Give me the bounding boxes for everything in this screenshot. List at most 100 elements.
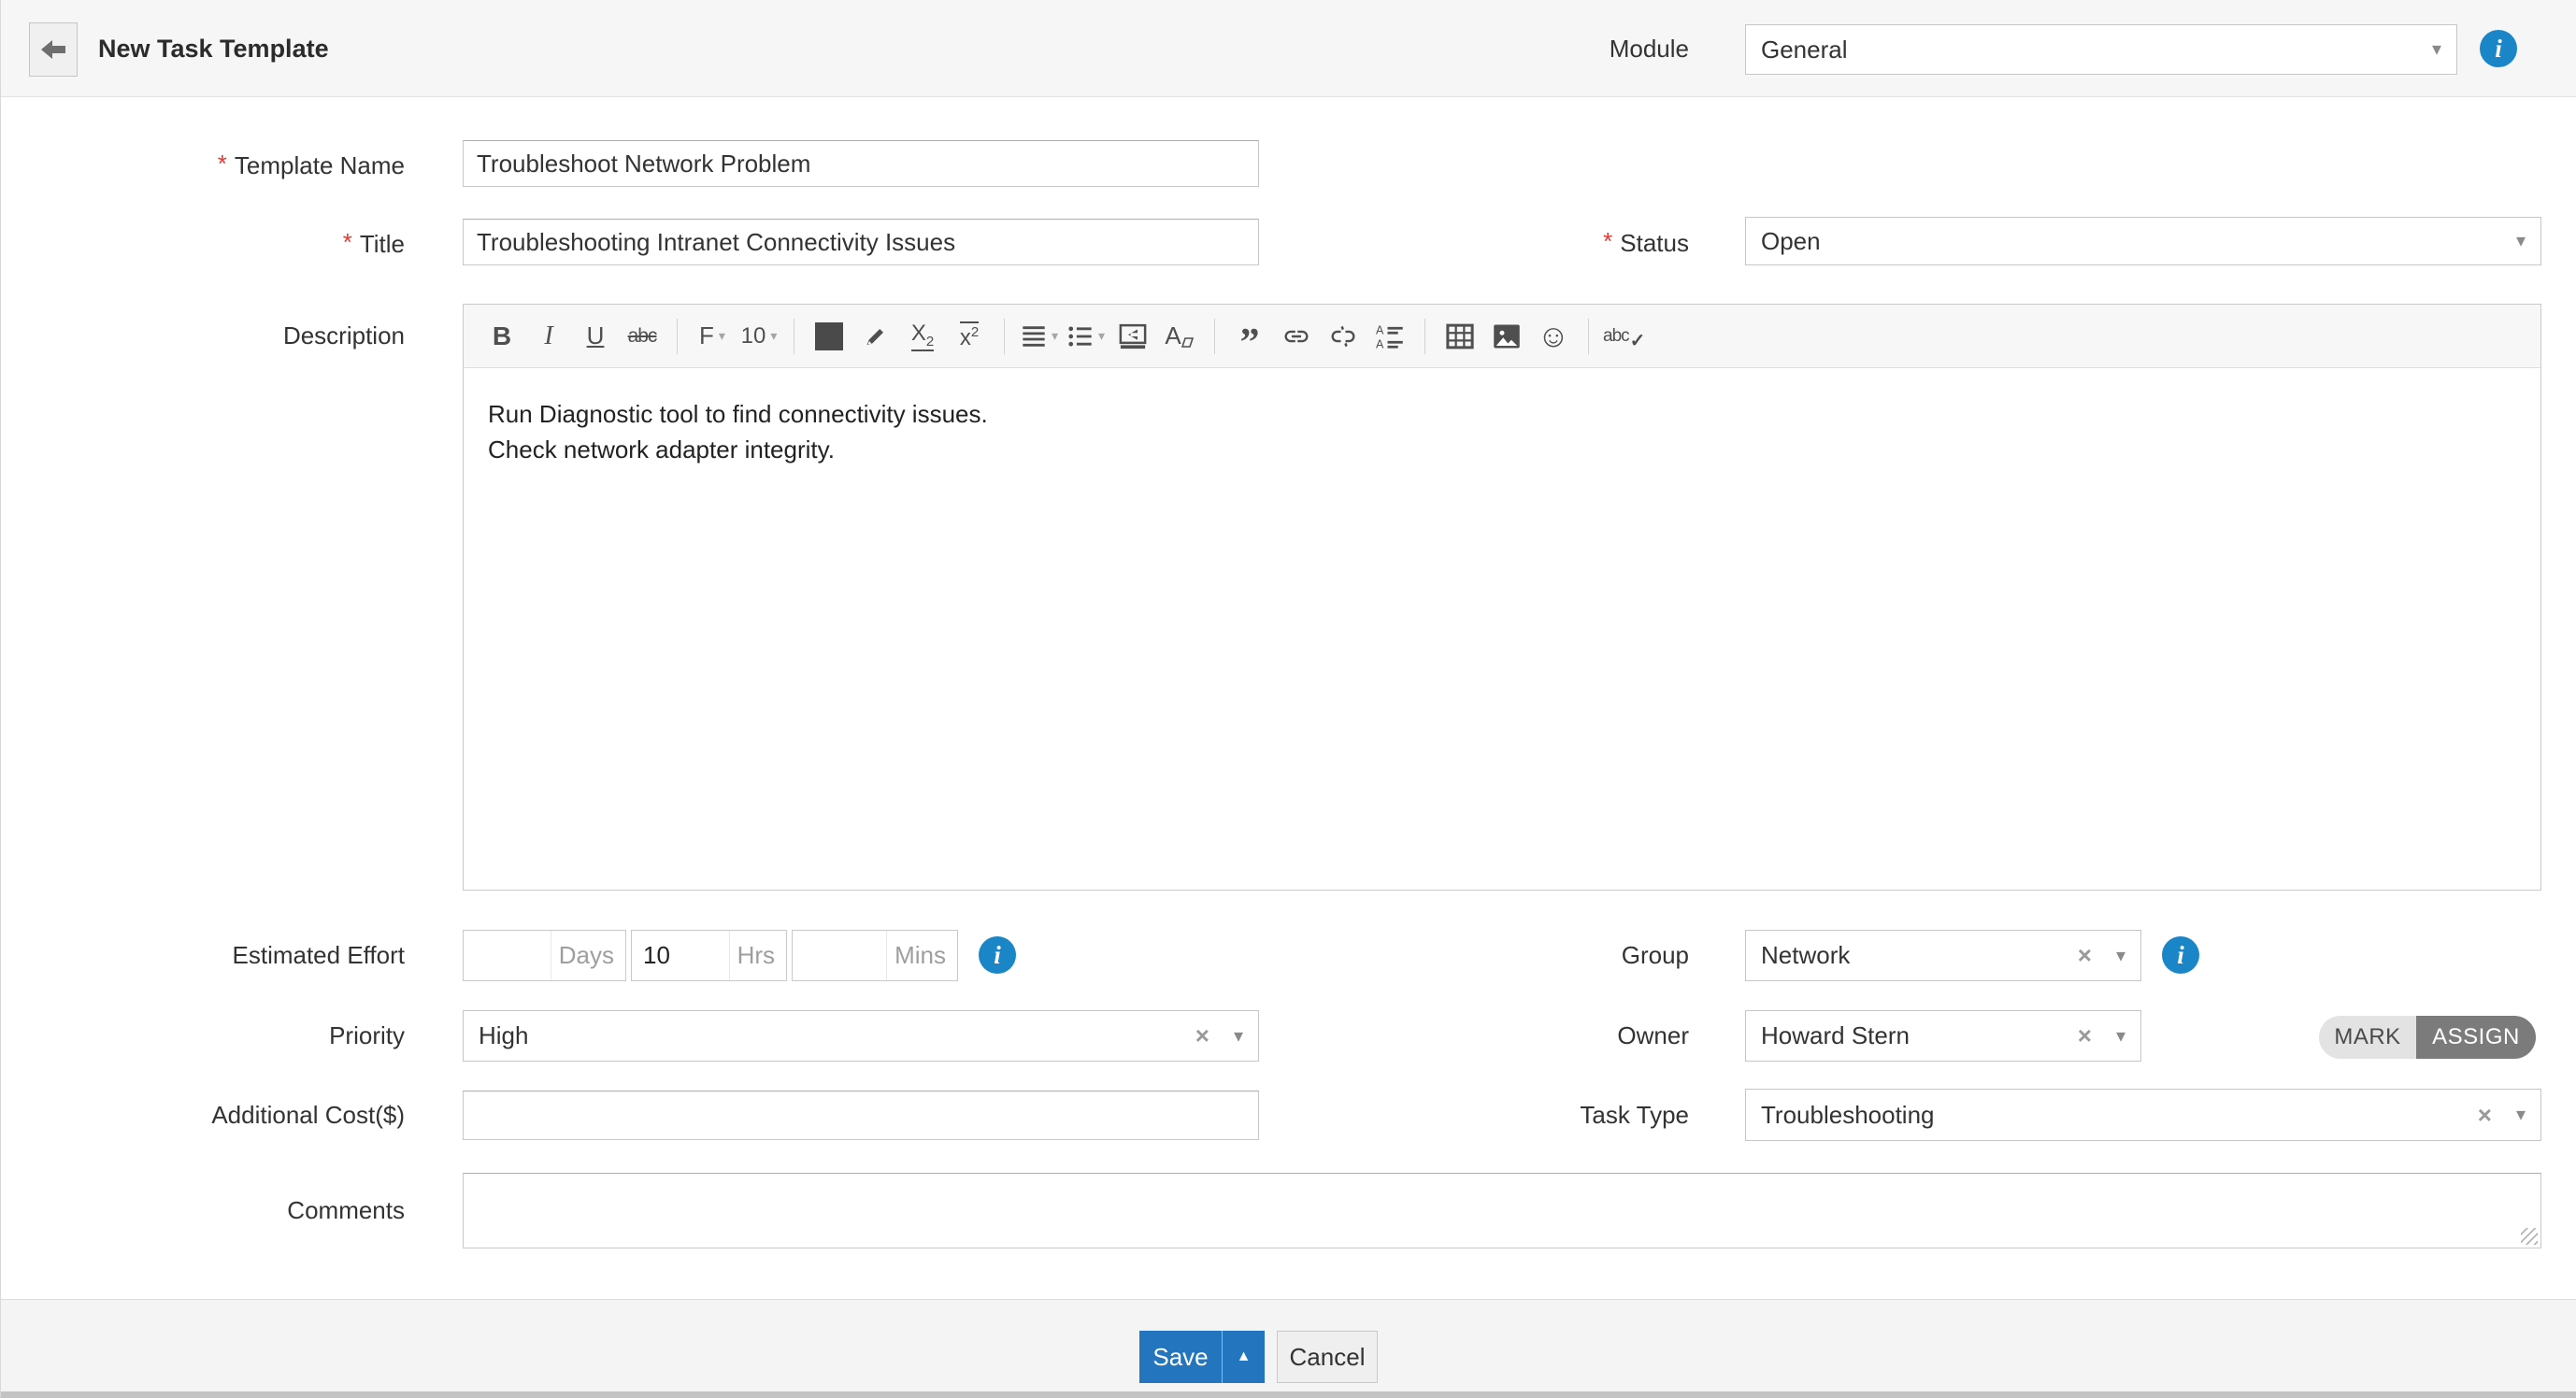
priority-select[interactable]: High × ▾ — [463, 1010, 1259, 1062]
bullet-list-icon[interactable]: ▾ — [1066, 314, 1107, 359]
description-editor[interactable]: B I U abc F ▾ 10 ▾ X2 x2 — [463, 304, 2541, 891]
priority-select-value: High — [479, 1021, 1195, 1050]
additional-cost-label: Additional Cost($) — [1, 1091, 405, 1140]
table-icon[interactable] — [1439, 314, 1481, 359]
toolbar-separator — [1004, 319, 1005, 354]
mark-toggle-button[interactable]: MARK — [2319, 1016, 2416, 1059]
emoji-icon[interactable]: ☺ — [1533, 314, 1574, 359]
effort-minutes-unit: Mins — [894, 941, 957, 970]
strikethrough-icon[interactable]: abc — [622, 314, 663, 359]
footer-bar: Save ▲ Cancel — [1, 1299, 2576, 1391]
editor-toolbar: B I U abc F ▾ 10 ▾ X2 x2 — [464, 305, 2540, 368]
blockquote-icon[interactable]: ” — [1229, 314, 1270, 359]
clear-icon[interactable]: × — [2078, 1021, 2092, 1050]
subscript-icon[interactable]: X2 — [902, 314, 943, 359]
toolbar-separator — [1588, 319, 1589, 354]
font-color-icon[interactable] — [809, 314, 850, 359]
required-asterisk: * — [218, 150, 227, 178]
clear-icon[interactable]: × — [2078, 941, 2092, 970]
resize-grip[interactable] — [2521, 1228, 2538, 1245]
back-arrow-icon — [41, 38, 65, 61]
chevron-down-icon: ▾ — [719, 328, 725, 344]
spellcheck-icon[interactable]: abc ✓ — [1603, 314, 1645, 359]
cancel-button[interactable]: Cancel — [1277, 1331, 1378, 1383]
save-options-button[interactable]: ▲ — [1222, 1331, 1265, 1383]
new-task-template-page: New Task Template Module General ▾ i *Te… — [0, 0, 2576, 1398]
chevron-up-icon: ▲ — [1237, 1348, 1252, 1365]
chevron-down-icon[interactable]: ▾ — [2116, 1027, 2125, 1046]
template-name-input[interactable] — [463, 140, 1259, 187]
align-icon[interactable]: ▾ — [1019, 314, 1060, 359]
chevron-down-icon[interactable]: ▾ — [2516, 232, 2526, 250]
svg-text:A: A — [1376, 337, 1384, 350]
chevron-down-icon[interactable]: ▾ — [2116, 947, 2125, 965]
module-select[interactable]: General ▾ — [1745, 24, 2457, 75]
group-info-icon[interactable]: i — [2162, 936, 2199, 974]
module-info-icon[interactable]: i — [2480, 30, 2517, 67]
bottom-border-strip — [1, 1391, 2576, 1398]
clear-icon[interactable]: × — [2478, 1101, 2492, 1130]
module-select-value: General — [1761, 36, 2432, 64]
clear-icon[interactable]: × — [1195, 1021, 1209, 1050]
task-type-select[interactable]: Troubleshooting × ▾ — [1745, 1089, 2541, 1141]
module-label: Module — [1515, 0, 1689, 97]
chevron-down-icon[interactable]: ▾ — [1234, 1027, 1243, 1046]
image-icon[interactable] — [1486, 314, 1527, 359]
description-content[interactable]: Run Diagnostic tool to find connectivity… — [464, 368, 2540, 495]
group-select-value: Network — [1761, 941, 2078, 970]
comments-label: Comments — [1, 1173, 405, 1248]
effort-days-input[interactable]: Days — [463, 930, 626, 981]
description-line: Check network adapter integrity. — [488, 432, 2516, 467]
highlight-icon[interactable] — [855, 314, 896, 359]
save-split-button: Save ▲ — [1139, 1331, 1265, 1383]
effort-hours-value: 10 — [632, 941, 729, 970]
toolbar-separator — [1214, 319, 1215, 354]
title-input[interactable] — [463, 219, 1259, 265]
header-bar: New Task Template Module General ▾ i — [1, 0, 2576, 97]
save-button[interactable]: Save — [1139, 1331, 1222, 1383]
superscript-icon[interactable]: x2 — [949, 314, 990, 359]
chevron-down-icon: ▾ — [1098, 328, 1105, 344]
indent-icon[interactable] — [1112, 314, 1153, 359]
effort-days-unit: Days — [559, 941, 625, 970]
description-line: Run Diagnostic tool to find connectivity… — [488, 396, 2516, 432]
additional-cost-input[interactable] — [463, 1091, 1259, 1140]
remove-format-icon[interactable]: A — [1159, 314, 1200, 359]
italic-icon[interactable]: I — [528, 314, 569, 359]
page-title: New Task Template — [98, 0, 329, 97]
toolbar-separator — [677, 319, 678, 354]
svg-text:A: A — [1376, 323, 1384, 336]
effort-hours-input[interactable]: 10 Hrs — [631, 930, 787, 981]
task-type-select-value: Troubleshooting — [1761, 1101, 2478, 1130]
underline-icon[interactable]: U — [575, 314, 616, 359]
task-type-label: Task Type — [1459, 1089, 1689, 1141]
comments-textarea[interactable] — [463, 1173, 2541, 1248]
back-button[interactable] — [29, 22, 78, 77]
owner-select[interactable]: Howard Stern × ▾ — [1745, 1010, 2141, 1062]
chevron-down-icon[interactable]: ▾ — [2432, 40, 2441, 59]
link-icon[interactable] — [1276, 314, 1317, 359]
chevron-down-icon: ▾ — [1052, 328, 1058, 344]
effort-hours-unit: Hrs — [737, 941, 786, 970]
font-size-icon[interactable]: 10 ▾ — [738, 314, 780, 359]
effort-info-icon[interactable]: i — [979, 936, 1016, 974]
status-label: *Status — [1459, 217, 1689, 265]
font-family-icon[interactable]: F ▾ — [692, 314, 733, 359]
status-select[interactable]: Open ▾ — [1745, 217, 2541, 265]
unlink-icon[interactable] — [1323, 314, 1364, 359]
required-asterisk: * — [343, 228, 352, 256]
group-select[interactable]: Network × ▾ — [1745, 930, 2141, 981]
title-label: *Title — [1, 219, 405, 265]
chevron-down-icon[interactable]: ▾ — [2516, 1106, 2526, 1124]
owner-label: Owner — [1459, 1010, 1689, 1062]
definition-list-icon[interactable]: AA — [1369, 314, 1410, 359]
mark-assign-toggle: MARK ASSIGN — [2319, 1016, 2536, 1059]
effort-minutes-input[interactable]: Mins — [792, 930, 958, 981]
status-select-value: Open — [1761, 227, 2516, 256]
bold-icon[interactable]: B — [481, 314, 522, 359]
assign-toggle-button[interactable]: ASSIGN — [2416, 1016, 2536, 1059]
required-asterisk: * — [1603, 227, 1612, 255]
description-label: Description — [1, 304, 405, 367]
owner-select-value: Howard Stern — [1761, 1021, 2078, 1050]
priority-label: Priority — [1, 1010, 405, 1062]
